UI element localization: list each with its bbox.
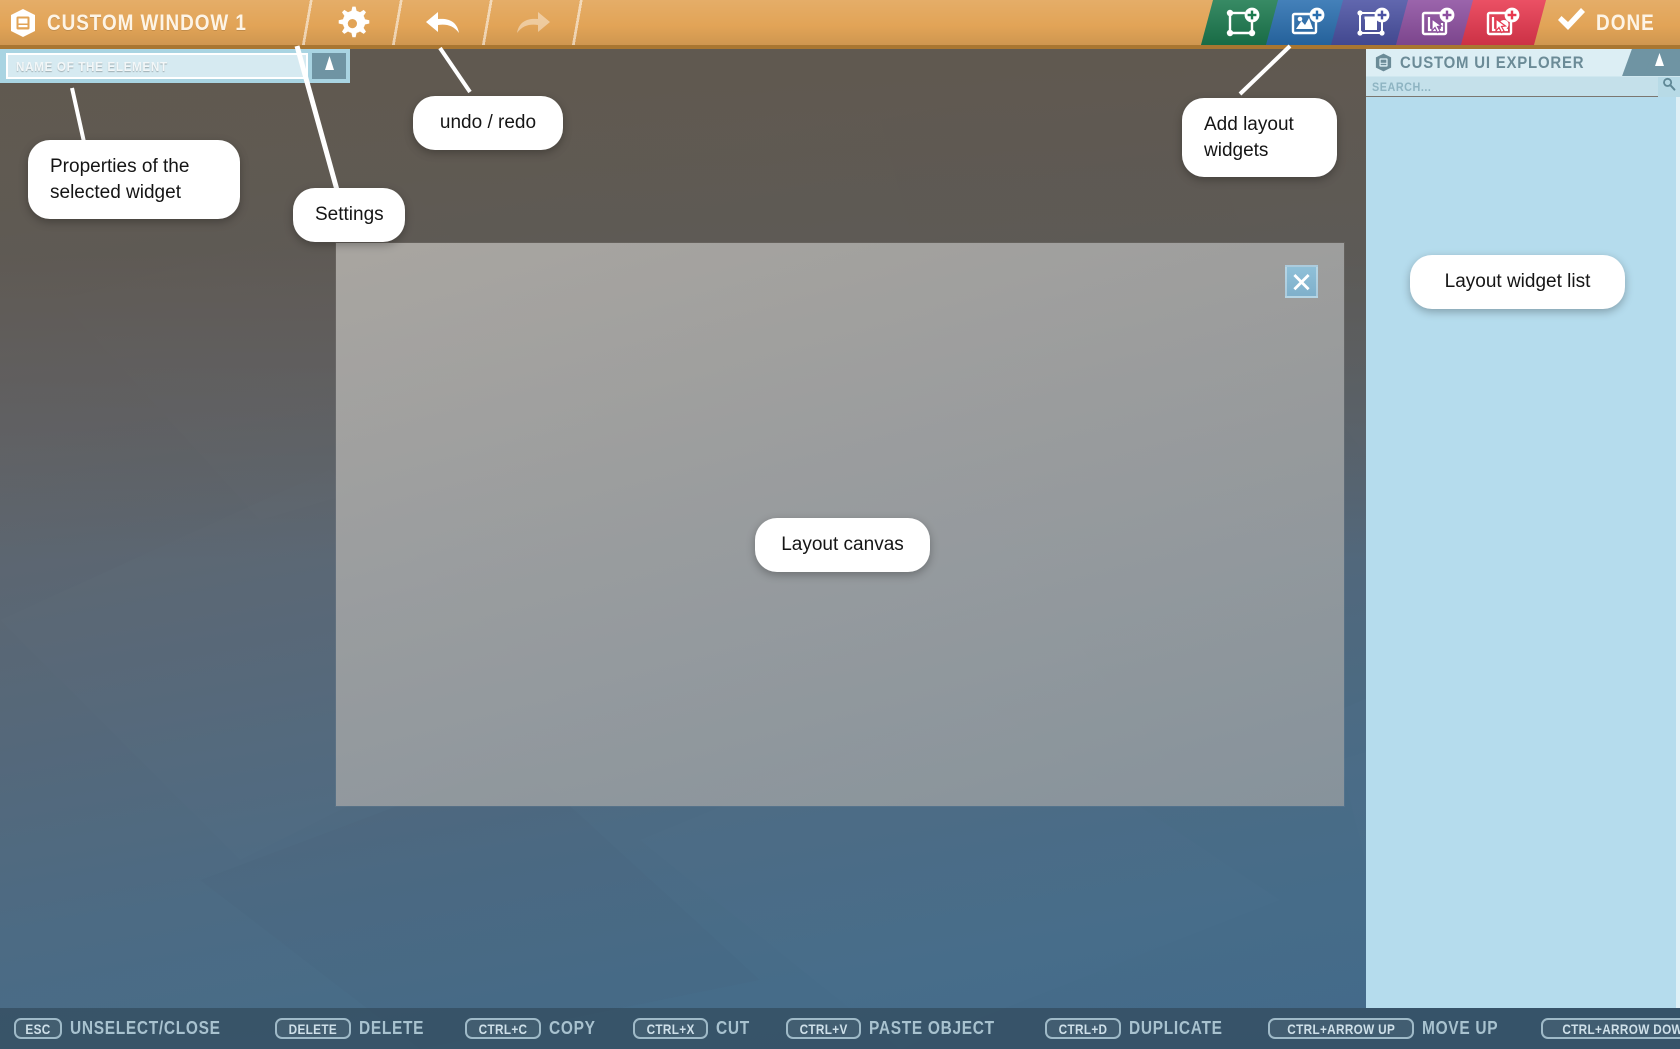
callout-layout-canvas: Layout canvas [755, 518, 930, 572]
add-toggle-widget-button[interactable] [1460, 0, 1546, 45]
element-name-input[interactable]: NAME OF THE ELEMENT [6, 53, 308, 79]
add-toggle-icon [1485, 7, 1521, 39]
callout-widget-list: Layout widget list [1410, 255, 1625, 309]
shortcut-key: ESC [14, 1018, 62, 1039]
close-x-icon [1292, 272, 1311, 291]
shortcut-duplicate: CTRL+D DUPLICATE [1045, 1018, 1238, 1039]
shortcut-move-down: CTRL+ARROW DOWN MOVE DOWN [1541, 1018, 1680, 1039]
shortcut-esc: ESC UNSELECT/CLOSE [14, 1018, 245, 1039]
window-title: CUSTOM WINDOW 1 [47, 9, 247, 35]
explorer-title: CUSTOM UI EXPLORER [1400, 52, 1585, 72]
shortcut-key: CTRL+D [1045, 1018, 1122, 1039]
explorer-body[interactable] [1366, 97, 1680, 1008]
undo-arrow-icon [424, 8, 462, 38]
explorer-search-placeholder: SEARCH... [1372, 79, 1432, 94]
shortcut-move-up: CTRL+ARROW UP MOVE UP [1268, 1018, 1511, 1039]
shortcut-label: UNSELECT/CLOSE [70, 1018, 221, 1038]
shortcut-key: DELETE [275, 1018, 351, 1039]
toolbar-underline [0, 45, 1680, 49]
shortcut-key: CTRL+V [785, 1018, 861, 1039]
callout-add-widgets: Add layout widgets [1182, 98, 1337, 178]
explorer-search-bar: SEARCH... [1366, 76, 1680, 97]
toolbar-left-group: CUSTOM WINDOW 1 [0, 0, 592, 45]
gear-icon [336, 6, 370, 40]
shortcut-key: CTRL+ARROW UP [1268, 1018, 1415, 1039]
toolbar-divider-3 [475, 0, 502, 45]
done-label: DONE [1595, 9, 1655, 35]
shortcut-label: DELETE [358, 1018, 425, 1038]
redo-button[interactable] [501, 0, 565, 45]
add-panel-icon [1225, 7, 1261, 39]
explorer-search-button[interactable] [1658, 76, 1680, 97]
element-name-placeholder: NAME OF THE ELEMENT [16, 58, 168, 74]
app-root: CUSTOM WINDOW 1 DONE NAME OF THE ELEMENT… [0, 0, 1680, 1049]
search-icon [1662, 77, 1676, 96]
explorer-collapse-button[interactable] [1638, 49, 1680, 76]
toolbar-divider-4 [565, 0, 592, 45]
collapse-triangle-icon [1654, 52, 1665, 73]
properties-panel: NAME OF THE ELEMENT [0, 49, 350, 83]
layout-widget-list[interactable] [1366, 97, 1676, 1008]
window-title-group: CUSTOM WINDOW 1 [0, 0, 295, 45]
expand-triangle-icon [324, 55, 335, 77]
toolbar-divider-1 [295, 0, 322, 45]
window-hex-icon [8, 8, 38, 38]
settings-button[interactable] [321, 0, 385, 45]
undo-button[interactable] [411, 0, 475, 45]
shortcut-label: PASTE OBJECT [868, 1018, 995, 1038]
shortcut-key: CTRL+C [464, 1018, 541, 1039]
add-text-icon [1355, 7, 1391, 39]
properties-expand-button[interactable] [312, 53, 346, 79]
callout-undo-redo: undo / redo [413, 96, 563, 150]
toolbar-divider-2 [385, 0, 412, 45]
redo-arrow-icon [514, 8, 552, 38]
explorer-search-input[interactable]: SEARCH... [1366, 76, 1658, 97]
shortcut-copy: CTRL+C COPY [464, 1018, 603, 1039]
shortcut-paste: CTRL+V PASTE OBJECT [785, 1018, 1016, 1039]
done-button[interactable]: DONE [1534, 0, 1680, 45]
check-icon [1556, 7, 1587, 38]
toolbar-right-group: DONE [1200, 0, 1680, 45]
callout-properties: Properties of the selected widget [28, 140, 240, 220]
shortcut-label: MOVE UP [1422, 1018, 1499, 1038]
shortcut-label: DUPLICATE [1129, 1018, 1223, 1038]
canvas-close-button[interactable] [1285, 265, 1318, 298]
window-hex-icon [1374, 53, 1393, 72]
shortcut-label: COPY [548, 1018, 596, 1038]
top-toolbar: CUSTOM WINDOW 1 DONE [0, 0, 1680, 49]
shortcut-label: CUT [716, 1018, 751, 1038]
add-button-icon [1420, 7, 1456, 39]
shortcut-key: CTRL+X [632, 1018, 709, 1039]
explorer-header: CUSTOM UI EXPLORER [1366, 49, 1680, 76]
shortcut-bar: ESC UNSELECT/CLOSE DELETE DELETE CTRL+C … [0, 1008, 1680, 1049]
custom-ui-explorer-panel: CUSTOM UI EXPLORER SEARCH... [1366, 49, 1680, 1008]
shortcut-key: CTRL+ARROW DOWN [1541, 1018, 1680, 1039]
shortcut-cut: CTRL+X CUT [632, 1018, 756, 1039]
add-image-icon [1290, 7, 1326, 39]
shortcut-delete: DELETE DELETE [275, 1018, 434, 1039]
callout-settings: Settings [293, 188, 405, 242]
